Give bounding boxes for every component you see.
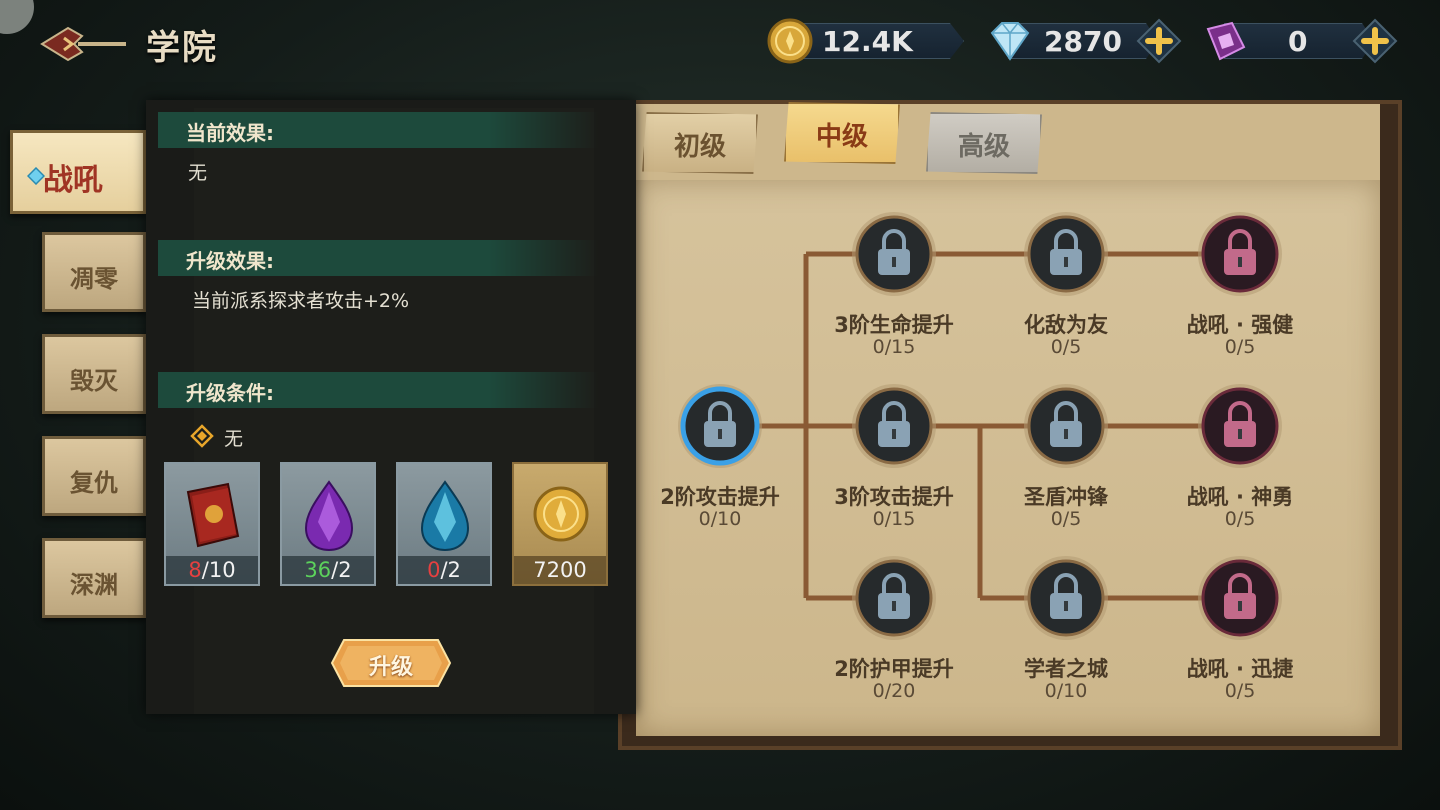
talent-node-label: 圣盾冲锋 bbox=[1024, 485, 1108, 509]
talent-node[interactable] bbox=[675, 381, 765, 471]
talent-node-progress: 0/10 bbox=[698, 508, 742, 530]
talent-node-progress: 0/5 bbox=[1224, 508, 1256, 530]
talent-node[interactable] bbox=[1021, 553, 1111, 643]
upgrade-effect-value: 当前派系探求者攻击+2% bbox=[192, 290, 410, 312]
lock-icon bbox=[1024, 212, 1108, 296]
talent-node-progress: 0/15 bbox=[872, 508, 916, 530]
lock-icon bbox=[1198, 556, 1282, 640]
talent-node-label: 学者之城 bbox=[1024, 657, 1108, 681]
lock-icon bbox=[1024, 556, 1108, 640]
lock-icon bbox=[852, 212, 936, 296]
talent-node[interactable] bbox=[1021, 209, 1111, 299]
upgrade-button[interactable]: 升级 bbox=[330, 638, 452, 688]
lock-icon bbox=[1198, 212, 1282, 296]
upgrade-effect-header: 升级效果: bbox=[158, 240, 598, 276]
talent-node-label: 3阶攻击提升 bbox=[834, 485, 954, 509]
current-effect-header: 当前效果: bbox=[158, 112, 598, 148]
upgrade-condition-label: 升级条件: bbox=[186, 381, 274, 405]
material-count: 8/10 bbox=[166, 556, 258, 584]
talent-node-progress: 0/5 bbox=[1224, 336, 1256, 358]
blue-gem-icon bbox=[420, 480, 470, 552]
talent-node-progress: 0/5 bbox=[1050, 508, 1082, 530]
talent-node-progress: 0/15 bbox=[872, 336, 916, 358]
talent-node-progress: 0/5 bbox=[1050, 336, 1082, 358]
talent-node-label: 2阶护甲提升 bbox=[834, 657, 954, 681]
talent-node-progress: 0/20 bbox=[872, 680, 916, 702]
upgrade-condition-value: 无 bbox=[224, 428, 244, 450]
talent-node[interactable] bbox=[849, 381, 939, 471]
lock-icon bbox=[1024, 384, 1108, 468]
gold-coin-icon bbox=[533, 486, 589, 542]
material-purple-gem[interactable]: 36/2 bbox=[280, 462, 376, 586]
talent-node-label: 战吼 · 强健 bbox=[1186, 313, 1294, 337]
upgrade-button-label: 升级 bbox=[368, 655, 413, 680]
talent-node-label: 3阶生命提升 bbox=[834, 313, 954, 337]
talent-node[interactable] bbox=[849, 553, 939, 643]
upgrade-effect-label: 升级效果: bbox=[186, 249, 274, 273]
talent-node[interactable] bbox=[1195, 553, 1285, 643]
condition-diamond-icon bbox=[190, 424, 214, 448]
talent-node-progress: 0/10 bbox=[1044, 680, 1088, 702]
talent-node[interactable] bbox=[1195, 209, 1285, 299]
talent-node[interactable] bbox=[1195, 381, 1285, 471]
red-book-icon bbox=[186, 482, 240, 548]
talent-node[interactable] bbox=[1021, 381, 1111, 471]
lock-icon bbox=[852, 556, 936, 640]
current-effect-label: 当前效果: bbox=[186, 121, 274, 145]
lock-icon bbox=[852, 384, 936, 468]
purple-gem-icon bbox=[304, 480, 354, 552]
lock-icon bbox=[1198, 384, 1282, 468]
lock-icon bbox=[678, 384, 762, 468]
material-gold-coin[interactable]: 7200 bbox=[512, 462, 608, 586]
material-count: 36/2 bbox=[282, 556, 374, 584]
talent-node[interactable] bbox=[849, 209, 939, 299]
talent-node-progress: 0/5 bbox=[1224, 680, 1256, 702]
talent-node-label: 化敌为友 bbox=[1024, 313, 1108, 337]
talent-node-label: 2阶攻击提升 bbox=[660, 485, 780, 509]
material-red-book[interactable]: 8/10 bbox=[164, 462, 260, 586]
talent-node-label: 战吼 · 神勇 bbox=[1186, 485, 1294, 509]
material-blue-gem[interactable]: 0/2 bbox=[396, 462, 492, 586]
current-effect-value: 无 bbox=[188, 162, 208, 184]
material-count: 7200 bbox=[514, 556, 606, 584]
material-count: 0/2 bbox=[398, 556, 490, 584]
upgrade-condition-header: 升级条件: bbox=[158, 372, 598, 408]
talent-node-label: 战吼 · 迅捷 bbox=[1186, 657, 1294, 681]
